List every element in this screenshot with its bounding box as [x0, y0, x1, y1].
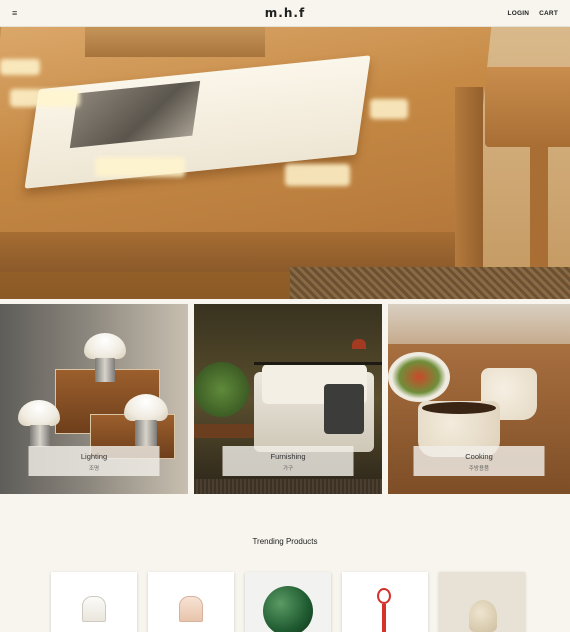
- category-subtitle: 조명: [88, 466, 100, 472]
- category-lighting[interactable]: Lighting 조명: [0, 304, 188, 494]
- product-card-red-pendant-lamp[interactable]: [342, 572, 428, 632]
- sunlight-patch: [10, 89, 80, 107]
- category-grid: Lighting 조명 Furnishing 가구 Cooking 주방용품: [0, 304, 570, 494]
- site-logo[interactable]: m.h.f: [0, 6, 570, 20]
- cart-link[interactable]: CART: [539, 10, 558, 17]
- lamp-shade: [18, 400, 60, 426]
- trending-products: [51, 572, 531, 632]
- category-subtitle: 가구: [282, 466, 294, 472]
- product-image: [263, 586, 313, 632]
- sunlight-patch: [285, 164, 350, 186]
- lamp-shade: [84, 333, 126, 359]
- lamp-base: [30, 425, 50, 447]
- product-image: [469, 600, 497, 632]
- category-title: Cooking: [465, 452, 493, 461]
- product-card-glass-lamp-amber[interactable]: [148, 572, 234, 632]
- rug: [194, 479, 382, 494]
- hero-desk-apron: [0, 232, 470, 272]
- product-image-cord: [382, 604, 386, 632]
- coffee: [422, 402, 496, 414]
- dark-pillow: [324, 384, 364, 434]
- hamburger-menu-icon[interactable]: ≡: [12, 8, 22, 18]
- product-image: [377, 588, 391, 604]
- hero-image[interactable]: [0, 27, 570, 299]
- site-header: ≡ m.h.f LOGIN CART: [0, 0, 570, 27]
- hero-tray: [85, 27, 265, 57]
- side-table: [194, 424, 254, 438]
- product-card-ceramic-vase[interactable]: [439, 572, 525, 632]
- category-label: Furnishing 가구: [222, 446, 354, 476]
- table-lamp: [352, 339, 366, 349]
- category-cooking[interactable]: Cooking 주방용품: [388, 304, 570, 494]
- category-title: Furnishing: [270, 452, 306, 461]
- product-image: [82, 596, 106, 622]
- sunlight-patch: [370, 99, 408, 119]
- login-link[interactable]: LOGIN: [508, 10, 530, 17]
- product-card-glass-lamp-clear[interactable]: [51, 572, 137, 632]
- sunlight-patch: [95, 157, 185, 177]
- category-subtitle: 주방용품: [468, 466, 490, 472]
- lamp-base: [135, 420, 157, 446]
- lamp-base: [95, 358, 115, 382]
- category-furnishing[interactable]: Furnishing 가구: [194, 304, 382, 494]
- product-image: [179, 596, 203, 622]
- hero-woven-seat: [290, 267, 570, 299]
- category-label: Lighting 조명: [28, 446, 160, 476]
- salad-bowl: [388, 352, 450, 402]
- product-card-green-globe[interactable]: [245, 572, 331, 632]
- category-label: Cooking 주방용품: [413, 446, 545, 476]
- sunlight-patch: [0, 59, 40, 75]
- header-nav: LOGIN CART: [508, 10, 558, 17]
- category-title: Lighting: [80, 452, 108, 461]
- hero-chair-back: [485, 67, 570, 147]
- trending-title: Trending Products: [252, 537, 318, 546]
- lamp-shade: [124, 394, 168, 421]
- console-table: [254, 362, 382, 365]
- plant: [194, 362, 249, 417]
